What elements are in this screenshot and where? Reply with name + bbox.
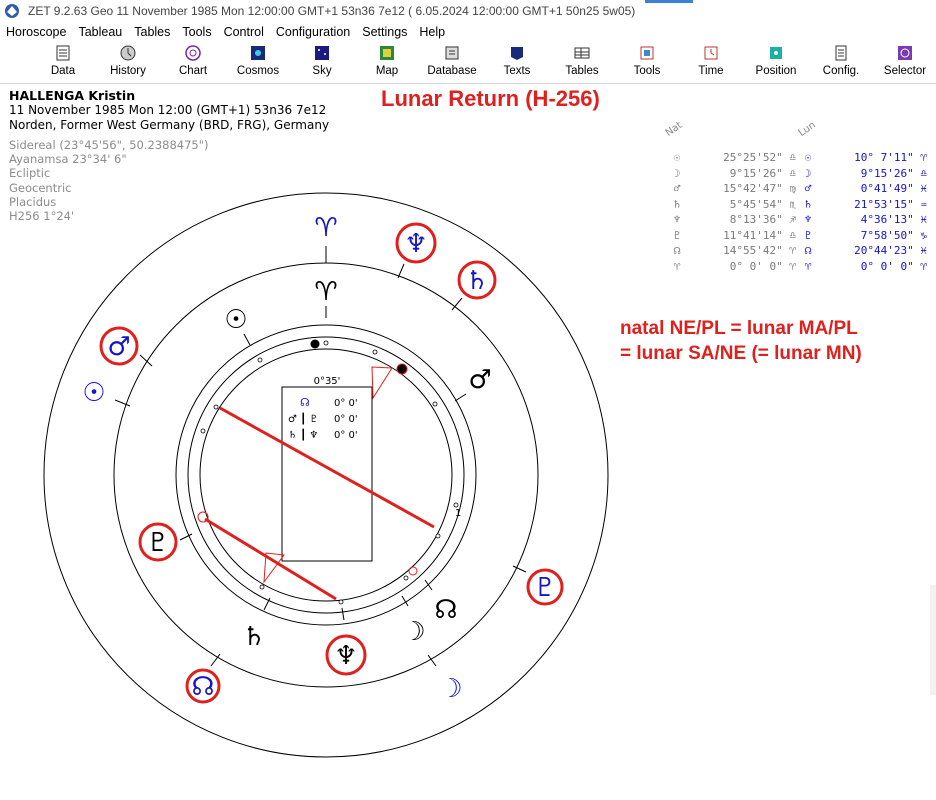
ring-dot [432, 401, 438, 407]
aspect-row-glyph: ☊ [300, 396, 310, 409]
lunar-sun-glyph: ☉ [82, 378, 105, 408]
lunar-marker-dot [396, 363, 408, 375]
scrollbar[interactable] [930, 585, 936, 695]
natal-neptune-glyph: ♆ [334, 641, 357, 671]
aspect-row-value: 0° 0' [334, 398, 358, 409]
arrow-marker [371, 366, 393, 400]
natal-aries-glyph: ♈ [314, 277, 337, 307]
aspect-row-value: 0° 0' [334, 414, 358, 425]
natal-moon-glyph: ☽ [402, 617, 425, 647]
chart-wheel[interactable]: 0°35' ☊ 0° 0' ♂ ┃ ♇ 0° 0' ♄ ┃ ♆ 0° 0' 1 [0, 0, 936, 800]
lunar-moon-glyph: ☽ [439, 674, 462, 704]
natal-sun-glyph: ☉ [224, 305, 247, 335]
lunar-pluto-glyph: ♇ [533, 573, 556, 603]
natal-node-glyph: ☊ [434, 595, 457, 625]
aspect-row-glyph: ♂ ┃ ♇ [288, 412, 318, 425]
ring-dot [200, 428, 206, 434]
natal-mars-glyph: ♂ [468, 365, 491, 395]
ring-dot [403, 575, 409, 581]
aspect-row-value: 0° 0' [334, 430, 358, 441]
ring-dot [259, 584, 265, 590]
cusp-label: 1 [455, 508, 461, 519]
ring-dot [323, 340, 329, 346]
tick [341, 607, 345, 621]
ring-dot [435, 533, 441, 539]
lunar-neptune-glyph: ♆ [404, 229, 427, 259]
lunar-aries-glyph: ♈ [314, 213, 337, 243]
ring-dot [338, 599, 344, 605]
ring-dot [257, 357, 263, 363]
natal-pluto-glyph: ♇ [146, 528, 169, 558]
tick [243, 333, 251, 346]
natal-saturn-glyph: ♄ [242, 622, 265, 652]
node-marker [408, 566, 418, 576]
ring-dot [372, 349, 378, 355]
tick [397, 263, 405, 279]
tick [454, 393, 467, 402]
lunar-node-glyph: ☊ [191, 672, 214, 702]
center-label: 0°35' [314, 376, 341, 387]
aspect-row-glyph: ♄ ┃ ♆ [288, 428, 318, 441]
pluto-marker [197, 511, 209, 523]
lunar-mars-glyph: ♂ [107, 332, 130, 362]
lunar-saturn-glyph: ♄ [465, 266, 488, 296]
ring-dot [213, 404, 219, 410]
lunar-marker-dot [310, 339, 320, 349]
ring-dot [453, 502, 459, 508]
